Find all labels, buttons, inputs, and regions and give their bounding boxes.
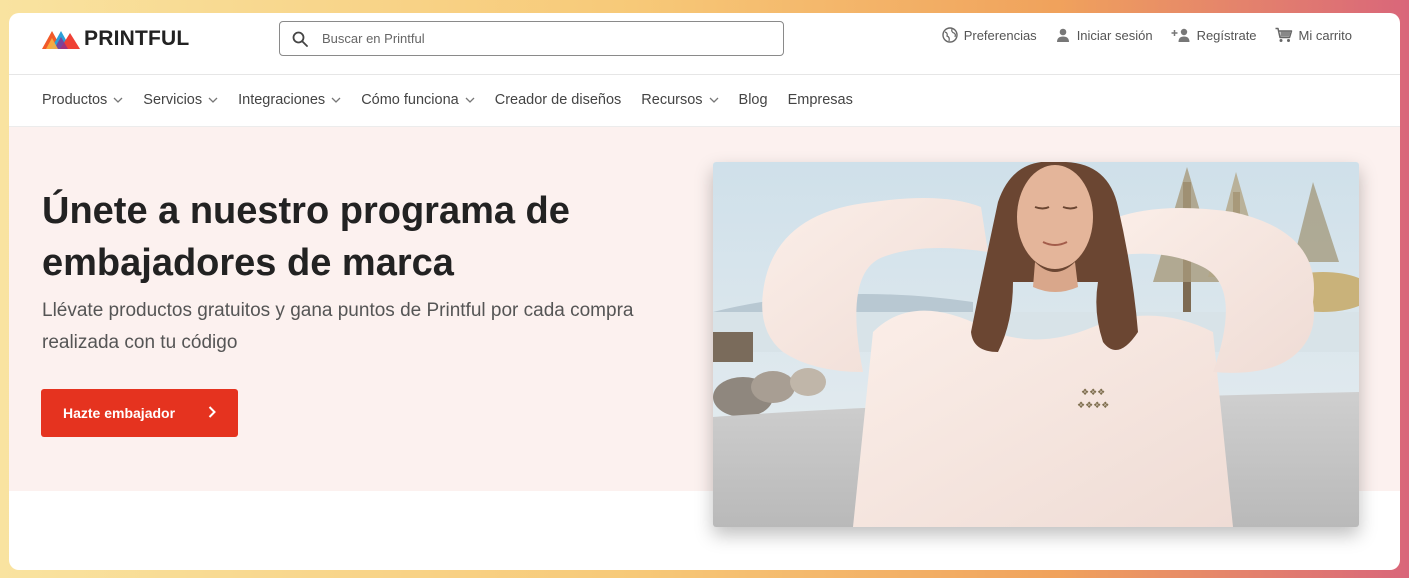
browser-page: PRINTFUL Preferencias bbox=[9, 13, 1400, 570]
svg-text:❖❖❖❖: ❖❖❖❖ bbox=[1077, 401, 1109, 411]
nav-item-productos[interactable]: Productos bbox=[42, 92, 123, 108]
globe-icon bbox=[942, 27, 958, 43]
chevron-right-icon bbox=[208, 406, 216, 418]
search-bar[interactable] bbox=[279, 21, 784, 56]
sweatshirt-print: ❖❖❖ bbox=[1081, 388, 1105, 398]
nav-label: Blog bbox=[738, 92, 768, 108]
hero-photo: ❖❖❖ ❖❖❖❖ bbox=[713, 162, 1359, 527]
logo-mark-icon bbox=[42, 31, 80, 49]
chevron-down-icon bbox=[208, 97, 218, 103]
nav-item-blog[interactable]: Blog bbox=[739, 92, 768, 108]
nav-item-recursos[interactable]: Recursos bbox=[641, 92, 718, 108]
utility-links: Preferencias Iniciar sesión Regístrate M… bbox=[942, 27, 1352, 43]
cart-icon bbox=[1275, 27, 1292, 42]
user-icon bbox=[1056, 28, 1069, 42]
hero-subtitle: Llévate productos gratuitos y gana punto… bbox=[42, 300, 634, 353]
nav-label: Empresas bbox=[787, 92, 853, 108]
register-label: Regístrate bbox=[1196, 27, 1257, 43]
search-icon bbox=[292, 31, 308, 47]
nav-item-empresas[interactable]: Empresas bbox=[788, 92, 853, 108]
nav-item-integraciones[interactable]: Integraciones bbox=[238, 92, 341, 108]
woman-in-sweatshirt-image: ❖❖❖ ❖❖❖❖ bbox=[713, 162, 1359, 527]
nav-label: Recursos bbox=[641, 92, 703, 108]
nav-item-como-funciona[interactable]: Cómo funciona bbox=[361, 92, 475, 108]
nav-item-servicios[interactable]: Servicios bbox=[143, 92, 218, 108]
nav-label: Servicios bbox=[143, 92, 203, 108]
register-link[interactable]: Regístrate bbox=[1171, 27, 1257, 43]
top-bar: PRINTFUL Preferencias bbox=[9, 13, 1400, 75]
search-input[interactable] bbox=[322, 31, 762, 46]
nav-label: Creador de diseños bbox=[494, 92, 622, 108]
main-nav: Productos Servicios Integraciones Cómo f… bbox=[42, 75, 873, 125]
add-user-icon bbox=[1171, 28, 1190, 42]
printful-logo[interactable]: PRINTFUL bbox=[42, 27, 189, 51]
login-link[interactable]: Iniciar sesión bbox=[1055, 27, 1153, 43]
nav-label: Integraciones bbox=[238, 92, 326, 108]
nav-label: Cómo funciona bbox=[361, 92, 459, 108]
chevron-down-icon bbox=[331, 97, 341, 103]
cta-label: Hazte embajador bbox=[63, 405, 176, 421]
chevron-down-icon bbox=[709, 97, 718, 103]
brand-name: PRINTFUL bbox=[84, 27, 190, 50]
nav-label: Productos bbox=[42, 92, 108, 108]
preferences-label: Preferencias bbox=[963, 27, 1037, 43]
cart-label: Mi carrito bbox=[1298, 27, 1352, 43]
preferences-link[interactable]: Preferencias bbox=[942, 27, 1037, 43]
hero-title: Únete a nuestro programa de embajadores … bbox=[42, 190, 570, 284]
become-ambassador-button[interactable]: Hazte embajador bbox=[41, 389, 238, 437]
cart-link[interactable]: Mi carrito bbox=[1275, 27, 1352, 43]
nav-item-creador-de-disenos[interactable]: Creador de diseños bbox=[495, 92, 622, 108]
chevron-down-icon bbox=[113, 97, 123, 103]
login-label: Iniciar sesión bbox=[1076, 27, 1153, 43]
chevron-down-icon bbox=[465, 97, 475, 103]
